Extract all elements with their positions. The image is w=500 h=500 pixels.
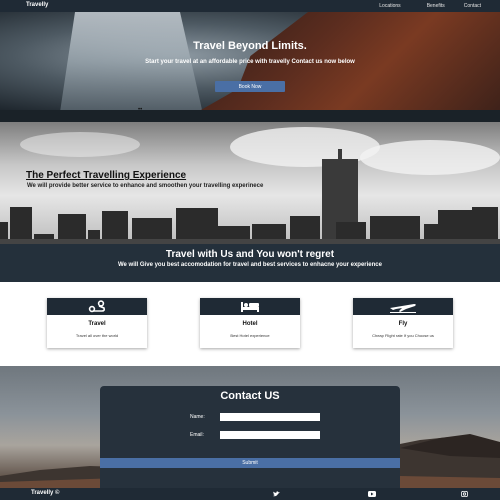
email-label: Email:	[190, 432, 204, 438]
cloud	[360, 140, 500, 175]
hero-cliff-image	[180, 12, 500, 122]
plane-icon	[390, 304, 416, 313]
hero-title: Travel Beyond Limits.	[193, 40, 307, 52]
submit-button[interactable]: Submit	[100, 458, 400, 468]
contact-title: Contact US	[220, 390, 280, 402]
card-description: Cheap Flight rate If you Choose us	[372, 333, 434, 338]
nav-link-locations[interactable]: Locations	[379, 3, 400, 9]
card-header	[200, 298, 300, 315]
name-label: Name:	[190, 414, 205, 420]
name-input[interactable]	[220, 413, 320, 421]
card-title: Travel	[88, 321, 106, 327]
hero-subtitle: Start your travel at an affordable price…	[145, 59, 355, 65]
card-title: Hotel	[242, 321, 258, 327]
footer-brand: Travelly ©	[31, 490, 60, 496]
benefits-cards: Travel Travel all over the world Hotel B…	[0, 282, 500, 366]
card-description: Best Hotel experience	[230, 333, 270, 338]
band-subtitle: We will Give you best accomodation for t…	[118, 262, 382, 268]
card-fly[interactable]: Fly Cheap Flight rate If you Choose us	[353, 298, 453, 348]
contact-form: Contact US Name: Email: Submit	[100, 386, 400, 488]
benefits-band: Travel with Us and You won't regret We w…	[0, 244, 500, 282]
email-input[interactable]	[220, 431, 320, 439]
city-section: The Perfect Travelling Experience We wil…	[0, 122, 500, 244]
card-hotel[interactable]: Hotel Best Hotel experience	[200, 298, 300, 348]
instagram-icon[interactable]	[461, 491, 468, 497]
bed-icon	[241, 302, 259, 312]
footer: Travelly ©	[0, 488, 500, 500]
contact-section: Contact US Name: Email: Submit	[0, 366, 500, 488]
brand-logo[interactable]: Travelly	[26, 2, 48, 8]
card-header	[47, 298, 147, 315]
hero-water	[0, 110, 500, 122]
card-title: Fly	[398, 321, 408, 327]
nav-link-benefits[interactable]: Benefits	[427, 3, 445, 9]
band-title: Travel with Us and You won't regret	[165, 249, 335, 260]
card-travel[interactable]: Travel Travel all over the world	[47, 298, 147, 348]
book-now-button[interactable]: Book Now	[215, 81, 285, 92]
twitter-icon[interactable]	[273, 491, 280, 497]
navbar: Travelly Locations Benefits Contact	[0, 0, 500, 12]
city-subtitle: We will provide better service to enhanc…	[27, 183, 264, 189]
nav-links: Locations Benefits Contact	[379, 3, 500, 9]
card-header	[353, 298, 453, 315]
route-icon	[88, 300, 106, 313]
card-description: Travel all over the world	[75, 333, 119, 338]
cloud	[20, 132, 140, 157]
city-title: The Perfect Travelling Experience	[26, 170, 187, 181]
hero-people: ••	[138, 107, 143, 113]
nav-link-contact[interactable]: Contact	[464, 3, 481, 9]
youtube-icon[interactable]	[368, 491, 376, 497]
hero-section: Travel Beyond Limits. Start your travel …	[0, 12, 500, 122]
